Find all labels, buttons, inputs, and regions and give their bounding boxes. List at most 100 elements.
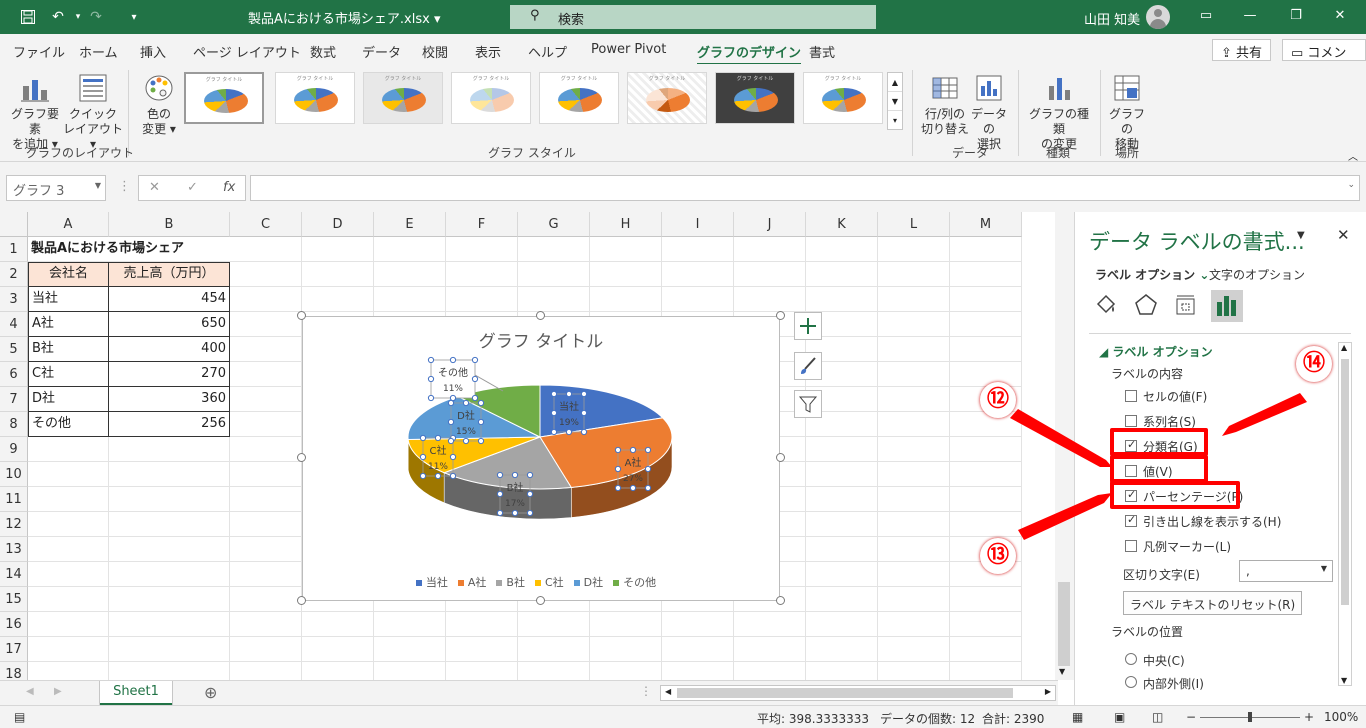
chart-style-2[interactable]: グラフ タイトル — [275, 72, 355, 124]
cell[interactable] — [806, 587, 878, 612]
chart-style-5[interactable]: グラフ タイトル — [539, 72, 619, 124]
cell[interactable] — [734, 287, 806, 312]
cell[interactable] — [109, 437, 230, 462]
tab-file[interactable]: ファイル — [13, 42, 65, 61]
cell[interactable] — [950, 637, 1022, 662]
cell[interactable] — [878, 262, 950, 287]
cell[interactable] — [109, 637, 230, 662]
cell[interactable] — [28, 537, 109, 562]
style-gallery-scroll[interactable]: ▲ ▼ ▾ — [887, 72, 903, 130]
pie-plot[interactable]: 当社 19% A社 27% B社 17% C社 11% D社 15% その他 11% — [303, 317, 779, 600]
cell[interactable] — [878, 587, 950, 612]
row-header-6[interactable]: 6 — [0, 362, 28, 387]
cell[interactable] — [806, 487, 878, 512]
cell[interactable] — [878, 387, 950, 412]
select-data-button[interactable]: データの 選択 — [966, 72, 1012, 152]
resize-handle[interactable] — [776, 596, 785, 605]
cell[interactable] — [734, 637, 806, 662]
row-header-2[interactable]: 2 — [0, 262, 28, 287]
label-option-checkbox[interactable] — [1125, 513, 1137, 527]
effects-icon[interactable] — [1133, 292, 1159, 321]
add-sheet-icon[interactable]: ⊕ — [204, 683, 217, 702]
cell[interactable] — [302, 287, 374, 312]
table-header-cell[interactable]: 売上高（万円） — [109, 262, 230, 287]
cell[interactable] — [734, 612, 806, 637]
cell[interactable] — [734, 662, 806, 680]
label-option-checkbox[interactable] — [1125, 540, 1137, 552]
cell[interactable] — [662, 637, 734, 662]
column-header-l[interactable]: L — [878, 212, 950, 237]
legend-item[interactable]: D社 — [573, 576, 603, 589]
cell[interactable] — [230, 637, 302, 662]
reset-label-text-button[interactable]: ラベル テキストのリセット(R) — [1123, 591, 1303, 615]
tab-help[interactable]: ヘルプ — [528, 42, 567, 61]
table-cell-sales[interactable]: 360 — [109, 387, 230, 412]
cell[interactable] — [109, 587, 230, 612]
cell[interactable] — [28, 437, 109, 462]
row-header-9[interactable]: 9 — [0, 437, 28, 462]
resize-handle[interactable] — [297, 453, 306, 462]
cell[interactable] — [28, 637, 109, 662]
cell[interactable] — [518, 637, 590, 662]
cell[interactable] — [950, 312, 1022, 337]
cell[interactable] — [518, 287, 590, 312]
legend-item[interactable]: B社 — [496, 576, 525, 589]
cell[interactable] — [230, 312, 302, 337]
label-option-checkbox[interactable] — [1125, 390, 1137, 402]
resize-handle[interactable] — [297, 311, 306, 320]
tab-power-pivot[interactable]: Power Pivot — [591, 42, 666, 57]
resize-handle[interactable] — [297, 596, 306, 605]
cell[interactable] — [950, 587, 1022, 612]
chart-style-3[interactable]: グラフ タイトル — [363, 72, 443, 124]
cell[interactable] — [950, 462, 1022, 487]
cell[interactable] — [109, 662, 230, 680]
data-label[interactable]: その他 11% — [427, 356, 479, 402]
resize-handle[interactable] — [776, 453, 785, 462]
table-cell-sales[interactable]: 454 — [109, 287, 230, 312]
row-header-18[interactable]: 18 — [0, 662, 28, 680]
pane-close-icon[interactable]: ✕ — [1337, 226, 1350, 244]
undo-icon[interactable]: ↶ — [48, 7, 68, 27]
cell[interactable] — [734, 237, 806, 262]
legend-item[interactable]: A社 — [457, 576, 486, 589]
cell[interactable] — [230, 512, 302, 537]
enter-icon[interactable]: ✓ — [187, 180, 198, 195]
cell[interactable] — [109, 512, 230, 537]
row-header-16[interactable]: 16 — [0, 612, 28, 637]
cell[interactable] — [230, 362, 302, 387]
comment-button[interactable]: ▭ コメント — [1282, 39, 1366, 80]
column-header-m[interactable]: M — [950, 212, 1022, 237]
cell[interactable] — [590, 287, 662, 312]
cell[interactable] — [878, 612, 950, 637]
row-header-12[interactable]: 12 — [0, 512, 28, 537]
row-header-11[interactable]: 11 — [0, 487, 28, 512]
cell[interactable] — [950, 362, 1022, 387]
change-colors-button[interactable]: 色の 変更 ▾ — [134, 72, 184, 137]
cell[interactable] — [950, 262, 1022, 287]
user-avatar[interactable] — [1146, 5, 1170, 29]
switch-row-column-button[interactable]: 行/列の 切り替え — [918, 72, 972, 137]
cell[interactable] — [230, 462, 302, 487]
cell[interactable] — [806, 612, 878, 637]
cell[interactable] — [878, 312, 950, 337]
cell[interactable] — [950, 412, 1022, 437]
table-cell-company[interactable]: その他 — [28, 412, 109, 437]
zoom-out-icon[interactable]: − — [1186, 710, 1196, 724]
restore-icon[interactable]: ❐ — [1286, 8, 1306, 23]
row-header-17[interactable]: 17 — [0, 637, 28, 662]
page-break-view-icon[interactable]: ◫ — [1152, 710, 1163, 724]
cell[interactable] — [950, 512, 1022, 537]
cell[interactable] — [878, 512, 950, 537]
cell[interactable] — [950, 487, 1022, 512]
row-header-13[interactable]: 13 — [0, 537, 28, 562]
cell[interactable] — [446, 637, 518, 662]
cell[interactable] — [109, 612, 230, 637]
section-label-options[interactable]: ◢ ラベル オプション — [1099, 343, 1213, 360]
cancel-icon[interactable]: ✕ — [149, 180, 160, 195]
table-cell-company[interactable]: D社 — [28, 387, 109, 412]
cell[interactable] — [28, 462, 109, 487]
chart-style-6[interactable]: グラフ タイトル — [627, 72, 707, 124]
name-box[interactable]: グラフ 3 ▼ — [6, 175, 106, 201]
cell[interactable] — [374, 262, 446, 287]
cell[interactable] — [950, 662, 1022, 680]
